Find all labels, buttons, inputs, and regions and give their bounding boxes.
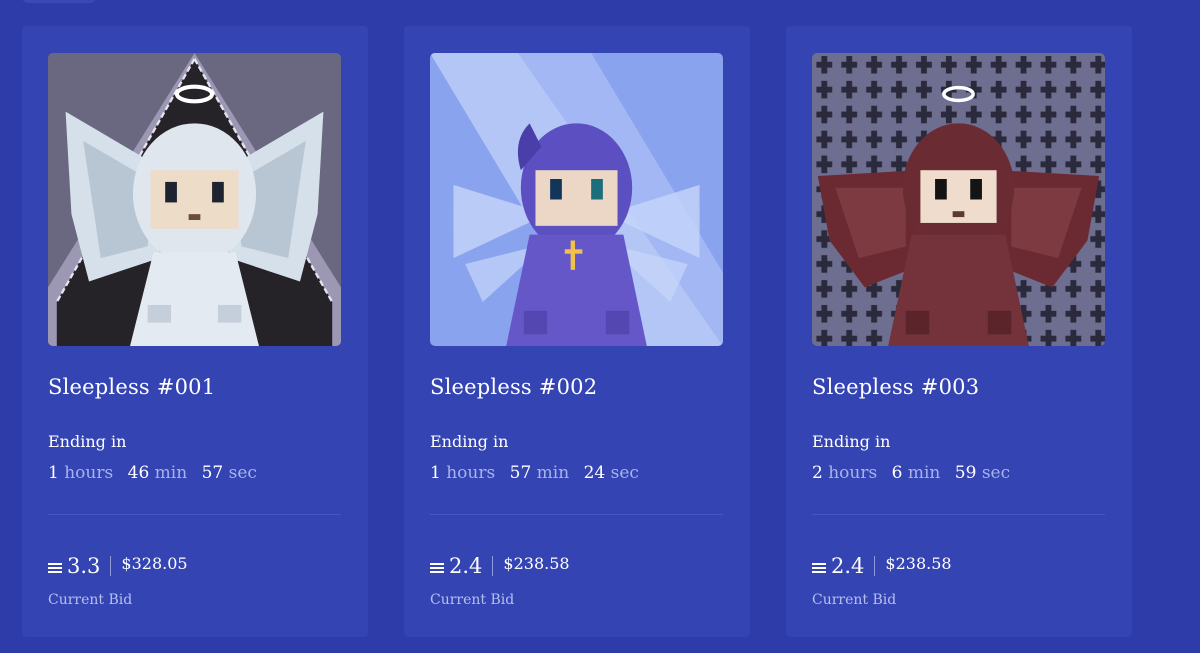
auction-card[interactable]: Sleepless #003 Ending in 2 hours 6 min 5…: [786, 26, 1132, 637]
nft-title[interactable]: Sleepless #003: [812, 375, 979, 399]
card-divider: [48, 514, 341, 515]
seconds-unit: sec: [610, 463, 639, 483]
current-bid-row: 2.4 $238.58: [430, 552, 570, 580]
bid-usd-value: $238.58: [503, 553, 570, 573]
bid-eth-value: 2.4: [449, 554, 483, 578]
hours-unit: hours: [446, 463, 496, 483]
ending-in-label: Ending in: [812, 432, 891, 451]
hours-value: 1: [48, 463, 59, 483]
red-demon-art-icon: [812, 53, 1105, 346]
minutes-value: 6: [891, 463, 903, 483]
seconds-value: 57: [201, 463, 224, 483]
current-bid-row: 2.4 $238.58: [812, 552, 952, 580]
seconds-unit: sec: [228, 463, 257, 483]
hours-unit: hours: [64, 463, 114, 483]
minutes-unit: min: [154, 463, 188, 483]
nft-artwork-image[interactable]: [812, 53, 1105, 346]
auction-card[interactable]: Sleepless #002 Ending in 1 hours 57 min …: [404, 26, 750, 637]
seconds-value: 24: [583, 463, 606, 483]
bid-eth-value: 3.3: [67, 554, 101, 578]
countdown-timer: 2 hours 6 min 59 sec: [812, 463, 1019, 483]
nft-title[interactable]: Sleepless #002: [430, 375, 597, 399]
hours-unit: hours: [828, 463, 878, 483]
minutes-value: 46: [127, 463, 150, 483]
purple-hood-art-icon: [430, 53, 723, 346]
current-bid-label: Current Bid: [48, 592, 133, 608]
nft-title[interactable]: Sleepless #001: [48, 375, 215, 399]
bid-separator: [492, 556, 494, 576]
angel-art-icon: [48, 53, 341, 346]
nft-artwork-image[interactable]: [430, 53, 723, 346]
seconds-unit: sec: [981, 463, 1011, 483]
bid-separator: [110, 556, 112, 576]
auction-card[interactable]: Sleepless #001 Ending in 1 hours 46 min …: [22, 26, 368, 637]
bid-usd-value: $238.58: [885, 553, 952, 573]
minutes-unit: min: [536, 463, 570, 483]
bid-eth-value: 2.4: [831, 554, 865, 578]
current-bid-row: 3.3 $328.05: [48, 552, 188, 580]
minutes-unit: min: [907, 463, 941, 483]
bid-separator: [874, 556, 876, 576]
nft-artwork-image[interactable]: [48, 53, 341, 346]
current-bid-label: Current Bid: [430, 592, 515, 608]
ending-in-label: Ending in: [48, 432, 127, 451]
card-divider: [812, 514, 1105, 515]
minutes-value: 57: [509, 463, 532, 483]
ending-in-label: Ending in: [430, 432, 509, 451]
current-bid-label: Current Bid: [812, 592, 897, 608]
bid-usd-value: $328.05: [121, 553, 188, 573]
eth-icon: [812, 563, 826, 573]
countdown-timer: 1 hours 46 min 57 sec: [48, 463, 266, 483]
card-divider: [430, 514, 723, 515]
hours-value: 2: [812, 463, 823, 483]
countdown-timer: 1 hours 57 min 24 sec: [430, 463, 648, 483]
hours-value: 1: [430, 463, 441, 483]
seconds-value: 59: [954, 463, 977, 483]
top-tab-edge: [22, 0, 96, 3]
eth-icon: [48, 563, 62, 573]
eth-icon: [430, 563, 444, 573]
